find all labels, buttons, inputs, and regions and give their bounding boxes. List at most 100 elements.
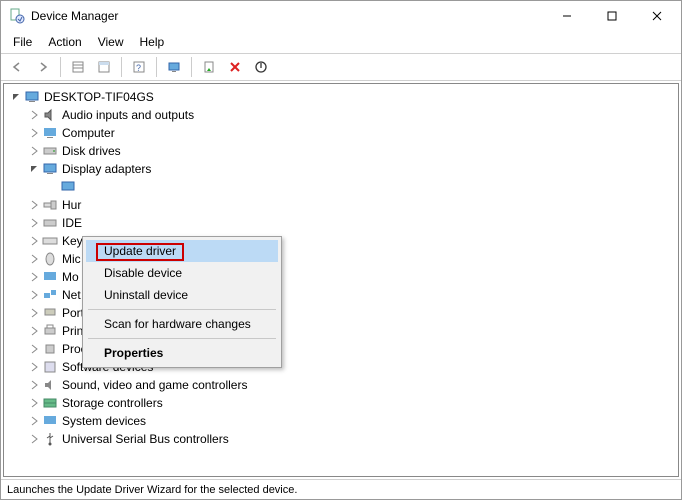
- tree-item-label: Computer: [62, 126, 115, 140]
- back-button[interactable]: [5, 55, 29, 79]
- context-menu-separator: [88, 338, 276, 339]
- menu-help[interactable]: Help: [134, 33, 171, 51]
- context-menu-update-driver[interactable]: Update driver: [86, 240, 278, 262]
- context-menu: Update driver Disable device Uninstall d…: [82, 236, 282, 368]
- speaker-icon: [42, 107, 58, 123]
- tree-item-system[interactable]: System devices: [26, 412, 676, 430]
- tree-root[interactable]: DESKTOP-TIF04GS: [8, 88, 676, 106]
- expand-arrow-icon[interactable]: [28, 415, 40, 427]
- tree-item-label: [80, 180, 83, 194]
- tree-item-computer[interactable]: Computer: [26, 124, 676, 142]
- expand-arrow-icon[interactable]: [28, 127, 40, 139]
- sound-icon: [42, 377, 58, 393]
- tree-item-disk[interactable]: Disk drives: [26, 142, 676, 160]
- show-hide-tree-button[interactable]: [66, 55, 90, 79]
- expand-arrow-icon[interactable]: [28, 397, 40, 409]
- menu-bar: File Action View Help: [1, 31, 681, 53]
- maximize-button[interactable]: [589, 1, 634, 31]
- window-title: Device Manager: [31, 9, 544, 23]
- tree-item-label: Hur: [62, 198, 81, 212]
- mouse-icon: [42, 251, 58, 267]
- computer-icon: [24, 89, 40, 105]
- expand-arrow-icon[interactable]: [28, 289, 40, 301]
- tree-item-label: Universal Serial Bus controllers: [62, 432, 229, 446]
- expand-arrow-icon[interactable]: [28, 199, 40, 211]
- status-text: Launches the Update Driver Wizard for th…: [7, 484, 297, 496]
- close-button[interactable]: [634, 1, 679, 31]
- tree-item-label: Display adapters: [62, 162, 151, 176]
- keyboard-icon: [42, 233, 58, 249]
- minimize-button[interactable]: [544, 1, 589, 31]
- cpu-icon: [42, 341, 58, 357]
- display-icon: [60, 179, 76, 195]
- menu-action[interactable]: Action: [42, 33, 87, 51]
- tree-item-display[interactable]: Display adapters: [26, 160, 676, 178]
- tree-root-label: DESKTOP-TIF04GS: [44, 90, 154, 104]
- hid-icon: [42, 197, 58, 213]
- tree-item-storage[interactable]: Storage controllers: [26, 394, 676, 412]
- expand-arrow-icon[interactable]: [28, 343, 40, 355]
- context-menu-scan[interactable]: Scan for hardware changes: [86, 313, 278, 335]
- svg-text:?: ?: [136, 63, 141, 73]
- ide-icon: [42, 215, 58, 231]
- tree-item-label: Key: [62, 234, 83, 248]
- expand-arrow-icon[interactable]: [28, 325, 40, 337]
- storage-icon: [42, 395, 58, 411]
- context-menu-separator: [88, 309, 276, 310]
- menu-file[interactable]: File: [7, 33, 38, 51]
- monitor-icon: [42, 269, 58, 285]
- collapse-arrow-icon[interactable]: [28, 163, 40, 175]
- menu-view[interactable]: View: [92, 33, 130, 51]
- tree-item-ide[interactable]: IDE: [26, 214, 676, 232]
- tree-item-label: Audio inputs and outputs: [62, 108, 194, 122]
- tree-item-sound[interactable]: Sound, video and game controllers: [26, 376, 676, 394]
- toolbar: ?: [1, 53, 681, 81]
- disable-button[interactable]: [249, 55, 273, 79]
- monitor-button[interactable]: [162, 55, 186, 79]
- forward-button[interactable]: [31, 55, 55, 79]
- display-icon: [42, 161, 58, 177]
- usb-icon: [42, 431, 58, 447]
- tree-item-label: Mic: [62, 252, 81, 266]
- system-icon: [42, 413, 58, 429]
- expand-arrow-icon[interactable]: [28, 145, 40, 157]
- collapse-arrow-icon[interactable]: [10, 91, 22, 103]
- expand-arrow-icon[interactable]: [28, 307, 40, 319]
- expand-arrow-icon[interactable]: [28, 433, 40, 445]
- tree-item-display-child[interactable]: [44, 178, 676, 196]
- device-tree[interactable]: DESKTOP-TIF04GS Audio inputs and outputs…: [3, 83, 679, 477]
- help-button[interactable]: ?: [127, 55, 151, 79]
- window-controls: [544, 1, 679, 31]
- port-icon: [42, 305, 58, 321]
- tree-item-label: Sound, video and game controllers: [62, 378, 247, 392]
- expand-arrow-icon[interactable]: [28, 361, 40, 373]
- pc-icon: [42, 125, 58, 141]
- uninstall-button[interactable]: [223, 55, 247, 79]
- network-icon: [42, 287, 58, 303]
- expand-arrow-icon[interactable]: [28, 109, 40, 121]
- tree-item-label: Storage controllers: [62, 396, 163, 410]
- properties-button[interactable]: [92, 55, 116, 79]
- tree-item-hid[interactable]: Hur: [26, 196, 676, 214]
- printer-icon: [42, 323, 58, 339]
- no-arrow: [46, 181, 58, 193]
- expand-arrow-icon[interactable]: [28, 235, 40, 247]
- device-manager-icon: [9, 8, 25, 24]
- update-driver-button[interactable]: [197, 55, 221, 79]
- status-bar: Launches the Update Driver Wizard for th…: [1, 479, 681, 499]
- tree-item-label: IDE: [62, 216, 82, 230]
- context-menu-uninstall-device[interactable]: Uninstall device: [86, 284, 278, 306]
- tree-item-usb[interactable]: Universal Serial Bus controllers: [26, 430, 676, 448]
- expand-arrow-icon[interactable]: [28, 253, 40, 265]
- expand-arrow-icon[interactable]: [28, 379, 40, 391]
- tree-item-label: Net: [62, 288, 81, 302]
- expand-arrow-icon[interactable]: [28, 271, 40, 283]
- context-menu-disable-device[interactable]: Disable device: [86, 262, 278, 284]
- tree-item-audio[interactable]: Audio inputs and outputs: [26, 106, 676, 124]
- title-bar: Device Manager: [1, 1, 681, 31]
- expand-arrow-icon[interactable]: [28, 217, 40, 229]
- context-menu-properties[interactable]: Properties: [86, 342, 278, 364]
- tree-item-label: Mo: [62, 270, 79, 284]
- software-icon: [42, 359, 58, 375]
- tree-item-label: Disk drives: [62, 144, 121, 158]
